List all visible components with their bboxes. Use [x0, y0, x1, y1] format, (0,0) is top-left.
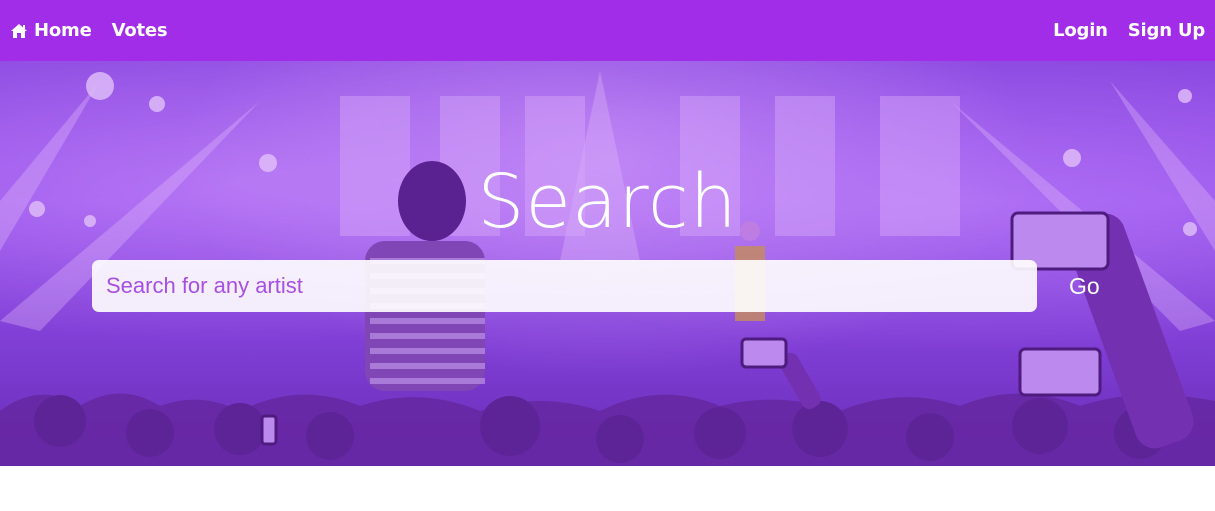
nav-votes-link[interactable]: Votes	[112, 20, 168, 41]
nav-left-group: Home Votes	[10, 20, 168, 41]
nav-signup-link[interactable]: Sign Up	[1128, 20, 1205, 41]
top-navbar: Home Votes Login Sign Up	[0, 0, 1215, 61]
search-form: Go	[92, 260, 1192, 312]
nav-right-group: Login Sign Up	[1053, 20, 1205, 41]
hero-title: Search	[477, 159, 738, 245]
nav-login-link[interactable]: Login	[1053, 20, 1108, 41]
nav-home-label: Home	[34, 20, 92, 41]
nav-home-link[interactable]: Home	[10, 20, 92, 41]
hero-banner: Search Go	[0, 61, 1215, 466]
go-button[interactable]: Go	[1069, 273, 1100, 300]
artist-search-input[interactable]	[92, 260, 1037, 312]
home-icon	[10, 23, 28, 39]
